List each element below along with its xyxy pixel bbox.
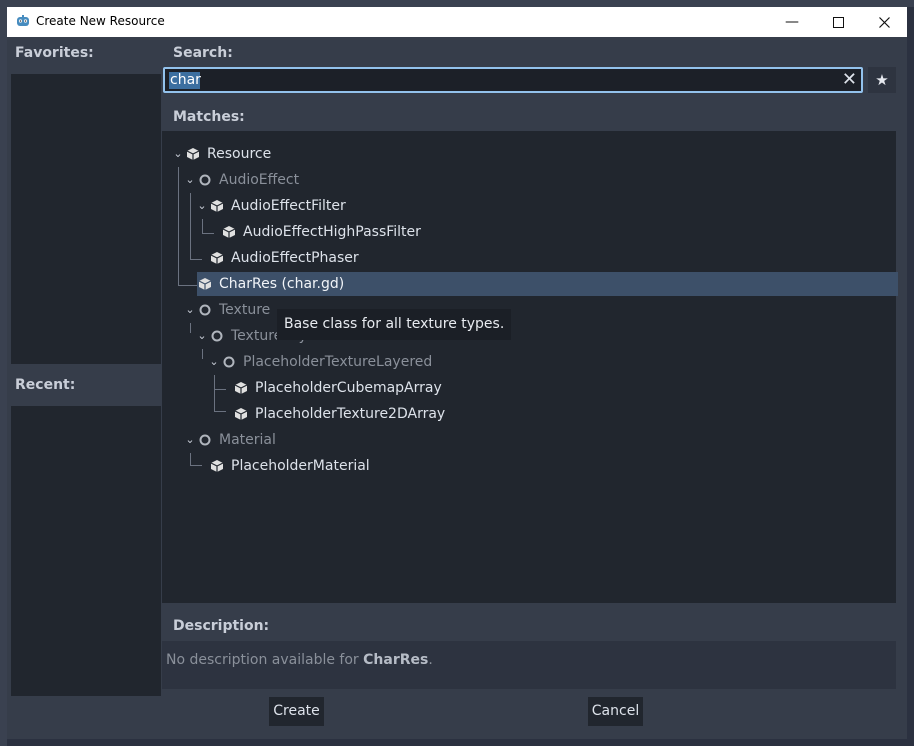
close-window-button[interactable] — [861, 7, 907, 37]
matches-tree[interactable]: ⌄ Resource ⌄ AudioEffect ⌄ AudioEffectFi… — [162, 131, 898, 603]
desktop-background-left — [0, 0, 7, 746]
minimize-button[interactable]: — — [769, 7, 815, 37]
resource-box-icon — [234, 382, 248, 394]
tree-item-label: Material — [219, 432, 276, 448]
create-button[interactable]: Create — [269, 697, 324, 726]
favorite-toggle-button[interactable]: ★ — [868, 67, 896, 93]
godot-app-icon — [17, 15, 29, 26]
close-icon — [878, 16, 890, 28]
maximize-button[interactable] — [815, 7, 861, 37]
chevron-down-icon[interactable]: ⌄ — [184, 298, 196, 322]
search-input[interactable]: char ✕ — [163, 67, 863, 93]
chevron-down-icon[interactable]: ⌄ — [172, 142, 184, 166]
tree-item-audioeffectphaser[interactable]: AudioEffectPhaser — [196, 246, 496, 270]
favorites-list[interactable] — [11, 74, 161, 364]
tree-item-label: AudioEffectFilter — [231, 198, 346, 214]
description-label: Description: — [173, 618, 270, 634]
tree-item-label: AudioEffect — [219, 172, 300, 188]
resource-box-icon — [234, 408, 248, 420]
tree-item-material[interactable]: ⌄ Material — [184, 428, 484, 452]
tree-item-label: AudioEffectHighPassFilter — [243, 224, 421, 240]
resource-box-icon — [210, 200, 224, 212]
search-input-value: char — [170, 72, 201, 88]
resource-box-icon — [210, 252, 224, 264]
description-class-name: CharRes — [363, 652, 429, 668]
resource-box-icon — [186, 148, 200, 160]
tree-item-resource[interactable]: ⌄ Resource — [172, 142, 472, 166]
tree-item-label: PlaceholderTextureLayered — [243, 354, 433, 370]
search-label: Search: — [173, 45, 233, 61]
window-title: Create New Resource — [36, 14, 165, 28]
tree-item-label: CharRes (char.gd) — [219, 276, 345, 292]
minimize-icon: — — [785, 14, 799, 30]
resource-box-icon — [198, 278, 212, 290]
chevron-down-icon[interactable]: ⌄ — [184, 428, 196, 452]
tree-guide — [202, 219, 203, 233]
tree-guide — [202, 349, 203, 359]
matches-label: Matches: — [173, 109, 245, 125]
abstract-circle-icon — [199, 304, 211, 316]
tree-item-audioeffecthighpassfilter[interactable]: AudioEffectHighPassFilter — [208, 220, 508, 244]
clear-search-icon[interactable]: ✕ — [842, 70, 857, 90]
abstract-circle-icon — [199, 434, 211, 446]
title-bar: Create New Resource — — [7, 7, 907, 37]
tree-guide — [178, 167, 179, 285]
chevron-down-icon[interactable]: ⌄ — [196, 194, 208, 218]
favorites-label: Favorites: — [15, 45, 94, 61]
description-suffix: . — [428, 652, 433, 668]
resource-box-icon — [210, 460, 224, 472]
desktop-background — [0, 0, 914, 7]
tree-item-placeholdercubemaparray[interactable]: PlaceholderCubemapArray — [220, 376, 520, 400]
chevron-down-icon[interactable]: ⌄ — [196, 324, 208, 348]
tree-item-label: Texture — [219, 302, 271, 318]
abstract-circle-icon — [223, 356, 235, 368]
tree-item-label: PlaceholderCubemapArray — [255, 380, 442, 396]
tree-item-label: AudioEffectPhaser — [231, 250, 359, 266]
abstract-circle-icon — [211, 330, 223, 342]
tree-guide — [214, 375, 215, 411]
tree-item-charres[interactable]: CharRes (char.gd) — [197, 272, 898, 296]
maximize-icon — [832, 16, 844, 28]
abstract-circle-icon — [199, 174, 211, 186]
recent-label: Recent: — [15, 377, 76, 393]
description-prefix: No description available for — [166, 652, 364, 668]
tree-item-label: PlaceholderMaterial — [231, 458, 370, 474]
tree-item-label: PlaceholderTexture2DArray — [255, 406, 446, 422]
tree-item-audioeffectfilter[interactable]: ⌄ AudioEffectFilter — [196, 194, 496, 218]
chevron-down-icon[interactable]: ⌄ — [184, 168, 196, 192]
tree-item-placeholdertexture2darray[interactable]: PlaceholderTexture2DArray — [220, 402, 520, 426]
tree-item-placeholdermaterial[interactable]: PlaceholderMaterial — [196, 454, 496, 478]
tree-item-audioeffect[interactable]: ⌄ AudioEffect — [184, 168, 484, 192]
tree-guide — [190, 453, 191, 465]
tree-item-label: Resource — [207, 146, 272, 162]
tree-guide — [190, 193, 191, 259]
cancel-button[interactable]: Cancel — [588, 697, 643, 726]
description-text: No description available for CharRes. — [166, 650, 433, 670]
tree-guide — [190, 323, 191, 333]
tooltip: Base class for all texture types. — [277, 309, 512, 340]
chevron-down-icon[interactable]: ⌄ — [208, 350, 220, 374]
star-icon: ★ — [875, 71, 889, 89]
tree-guide — [178, 285, 197, 286]
recent-list[interactable] — [11, 406, 161, 696]
tree-item-placeholdertexturelayered[interactable]: ⌄ PlaceholderTextureLayered — [208, 350, 508, 374]
resource-box-icon — [222, 226, 236, 238]
